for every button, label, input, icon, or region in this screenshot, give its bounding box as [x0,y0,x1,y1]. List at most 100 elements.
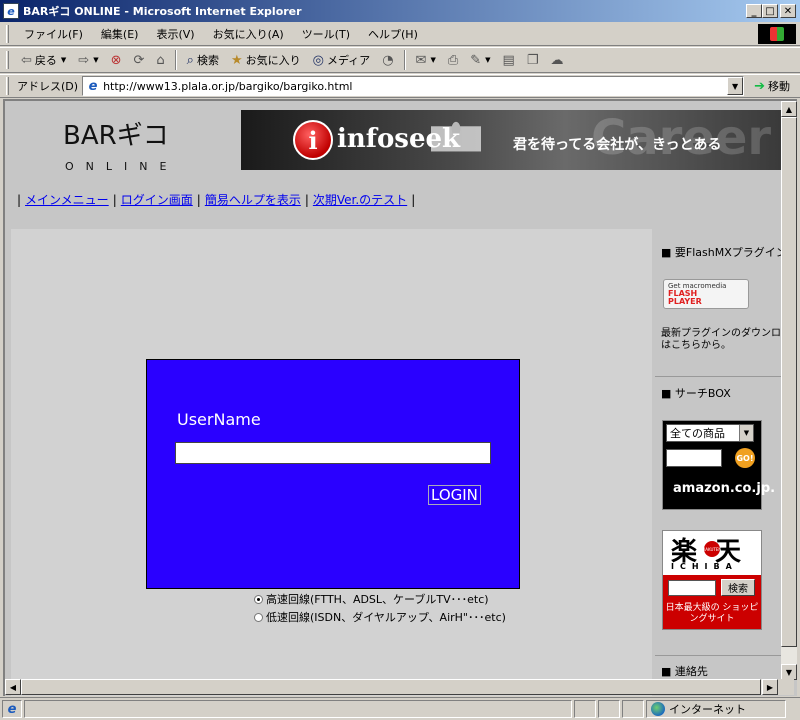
edit-icon: ✎ [470,52,482,68]
mail-button[interactable]: ✉ ▼ [410,53,442,68]
scrollbar-corner [778,679,794,695]
nav-main-menu[interactable]: メインメニュー [23,191,111,208]
horizontal-scroll-thumb[interactable] [21,679,761,695]
scroll-right-icon[interactable]: ▶ [762,679,778,695]
menu-view[interactable]: 表示(V) [147,24,203,44]
menu-tools[interactable]: ツール(T) [293,24,359,44]
page-viewport: BARギコ ONLINE Career i infoseek 君を待ってる会社が… [3,99,797,696]
rakuten-search-widget: 楽天 RAKUTEN ICHIBA 検索 日本最大級の ショッピングサイト [662,530,762,630]
radio-high-speed-label: 高速回線(FTTH、ADSL、ケーブルTV･･･etc) [266,593,489,606]
site-logo: BARギコ ONLINE [63,115,193,173]
vertical-scrollbar[interactable]: ▲ ▼ [781,101,797,680]
radio-high-speed[interactable]: 高速回線(FTTH、ADSL、ケーブルTV･･･etc) [254,591,489,607]
logo-subtitle: ONLINE [65,160,179,173]
status-cell-progress [574,700,596,718]
maximize-button[interactable]: □ [762,4,778,18]
windows-logo-icon [758,24,796,44]
print-icon: ⎙ [447,52,459,68]
scroll-up-icon[interactable]: ▲ [781,101,797,117]
rakuten-search-button[interactable]: 検索 [721,579,755,596]
amazon-select-dropdown-icon[interactable]: ▼ [739,425,753,441]
refresh-button[interactable]: ⟳ [128,53,151,68]
amazon-go-button[interactable]: GO! [735,448,755,468]
back-dropdown-icon[interactable]: ▼ [61,56,66,64]
radio-low-speed-label: 低速回線(ISDN、ダイヤルアップ、AirH"･･･etc) [266,611,506,624]
history-icon: ◔ [382,52,394,68]
main-nav: | メインメニュー | ログイン画面 | 簡易ヘルプを表示 | 次期Ver.のテ… [17,191,416,208]
menu-edit[interactable]: 編集(E) [92,24,148,44]
address-bar: アドレス(D) e http://www13.plala.or.jp/bargi… [0,74,800,98]
edit-button[interactable]: ✎ ▼ [464,53,496,68]
toolbar-separator [174,50,177,70]
forward-button[interactable]: ⇨ ▼ [72,53,104,68]
minimize-button[interactable]: _ [746,4,762,18]
login-button[interactable]: LOGIN [428,485,481,505]
username-input[interactable] [175,442,491,464]
address-url[interactable]: http://www13.plala.or.jp/bargiko/bargiko… [103,80,727,93]
home-button[interactable]: ⌂ [150,53,170,68]
address-dropdown-icon[interactable]: ▼ [727,77,744,95]
rakuten-ichiba-label: ICHIBA [671,562,738,571]
rakuten-tagline: 日本最大級の ショッピングサイト [665,603,759,624]
scroll-down-icon[interactable]: ▼ [781,664,797,680]
amazon-category-select[interactable]: 全ての商品 ▼ [666,424,754,442]
nav-login-screen[interactable]: ログイン画面 [119,191,195,208]
login-form: UserName LOGIN [146,359,520,589]
history-button[interactable]: ◔ [376,53,399,68]
radio-high-speed-control[interactable] [254,594,263,604]
get-flash-player-button[interactable]: Get macromedia FLASH PLAYER [663,279,749,309]
print-button[interactable]: ⎙ [442,53,464,68]
main-panel: UserName LOGIN 高速回線(FTTH、ADSL、ケーブルTV･･･e… [11,229,652,696]
sidebar-divider [655,655,781,656]
media-label: メディア [326,54,371,67]
search-box-heading: ■ サーチBOX [661,387,731,400]
forward-dropdown-icon[interactable]: ▼ [93,56,98,64]
contact-heading: ■ 連絡先 [661,665,708,678]
nav-simple-help[interactable]: 簡易ヘルプを表示 [203,191,303,208]
stop-button[interactable]: ⊗ [105,53,128,68]
radio-low-speed[interactable]: 低速回線(ISDN、ダイヤルアップ、AirH"･･･etc) [254,609,506,625]
sidebar-divider [655,376,781,377]
vertical-scroll-thumb[interactable] [781,117,797,647]
amazon-category-value: 全ての商品 [670,427,725,440]
mail-dropdown-icon[interactable]: ▼ [430,56,435,64]
menu-help[interactable]: ヘルプ(H) [359,24,427,44]
favorites-button[interactable]: ★ お気に入り [225,52,307,68]
status-cell-extra [622,700,644,718]
research-icon: ❐ [526,52,539,68]
menu-file[interactable]: ファイル(F) [15,24,92,44]
nav-next-version-test[interactable]: 次期Ver.のテスト [311,191,409,208]
amazon-search-input[interactable] [666,449,722,467]
go-button[interactable]: ➔ 移動 [744,78,796,94]
research-button[interactable]: ❐ [521,53,545,68]
address-input[interactable]: e http://www13.plala.or.jp/bargiko/bargi… [82,76,745,96]
forward-arrow-icon: ⇨ [78,52,90,68]
status-page-icon-cell: e [2,700,22,718]
search-button[interactable]: ⌕ 検索 [181,52,225,68]
discuss-button[interactable]: ▤ [497,53,521,68]
scroll-left-icon[interactable]: ◀ [5,679,21,695]
infoseek-banner[interactable]: Career i infoseek 君を待ってる会社が、きっとある [241,110,781,170]
address-label: アドレス(D) [17,80,79,93]
favorites-icon: ★ [230,52,243,68]
rakuten-dot-logo: RAKUTEN [703,541,721,557]
discuss-icon: ▤ [502,52,515,68]
edit-dropdown-icon[interactable]: ▼ [485,56,490,64]
back-button[interactable]: ⇦ 戻る ▼ [15,52,72,68]
infoseek-logo-icon: i [293,120,333,160]
messenger-button[interactable]: ☁ [544,53,569,68]
radio-low-speed-control[interactable] [254,612,263,622]
amazon-logo[interactable]: amazon.co.jp. [673,481,775,496]
media-button[interactable]: ◎ メディア [307,52,377,68]
title-bar: e BARギコ ONLINE - Microsoft Internet Expl… [0,0,800,22]
close-button[interactable]: ✕ [780,4,796,18]
username-label: UserName [177,410,261,429]
status-text [24,700,572,718]
amazon-search-widget: 全ての商品 ▼ GO! amazon.co.jp. [662,420,775,510]
status-bar: e インターネット [0,697,800,720]
status-page-icon: e [7,701,17,717]
rakuten-search-input[interactable] [668,580,716,596]
menu-favorites[interactable]: お気に入り(A) [204,24,293,44]
horizontal-scrollbar[interactable]: ◀ ▶ [5,679,778,695]
status-cell-security [598,700,620,718]
